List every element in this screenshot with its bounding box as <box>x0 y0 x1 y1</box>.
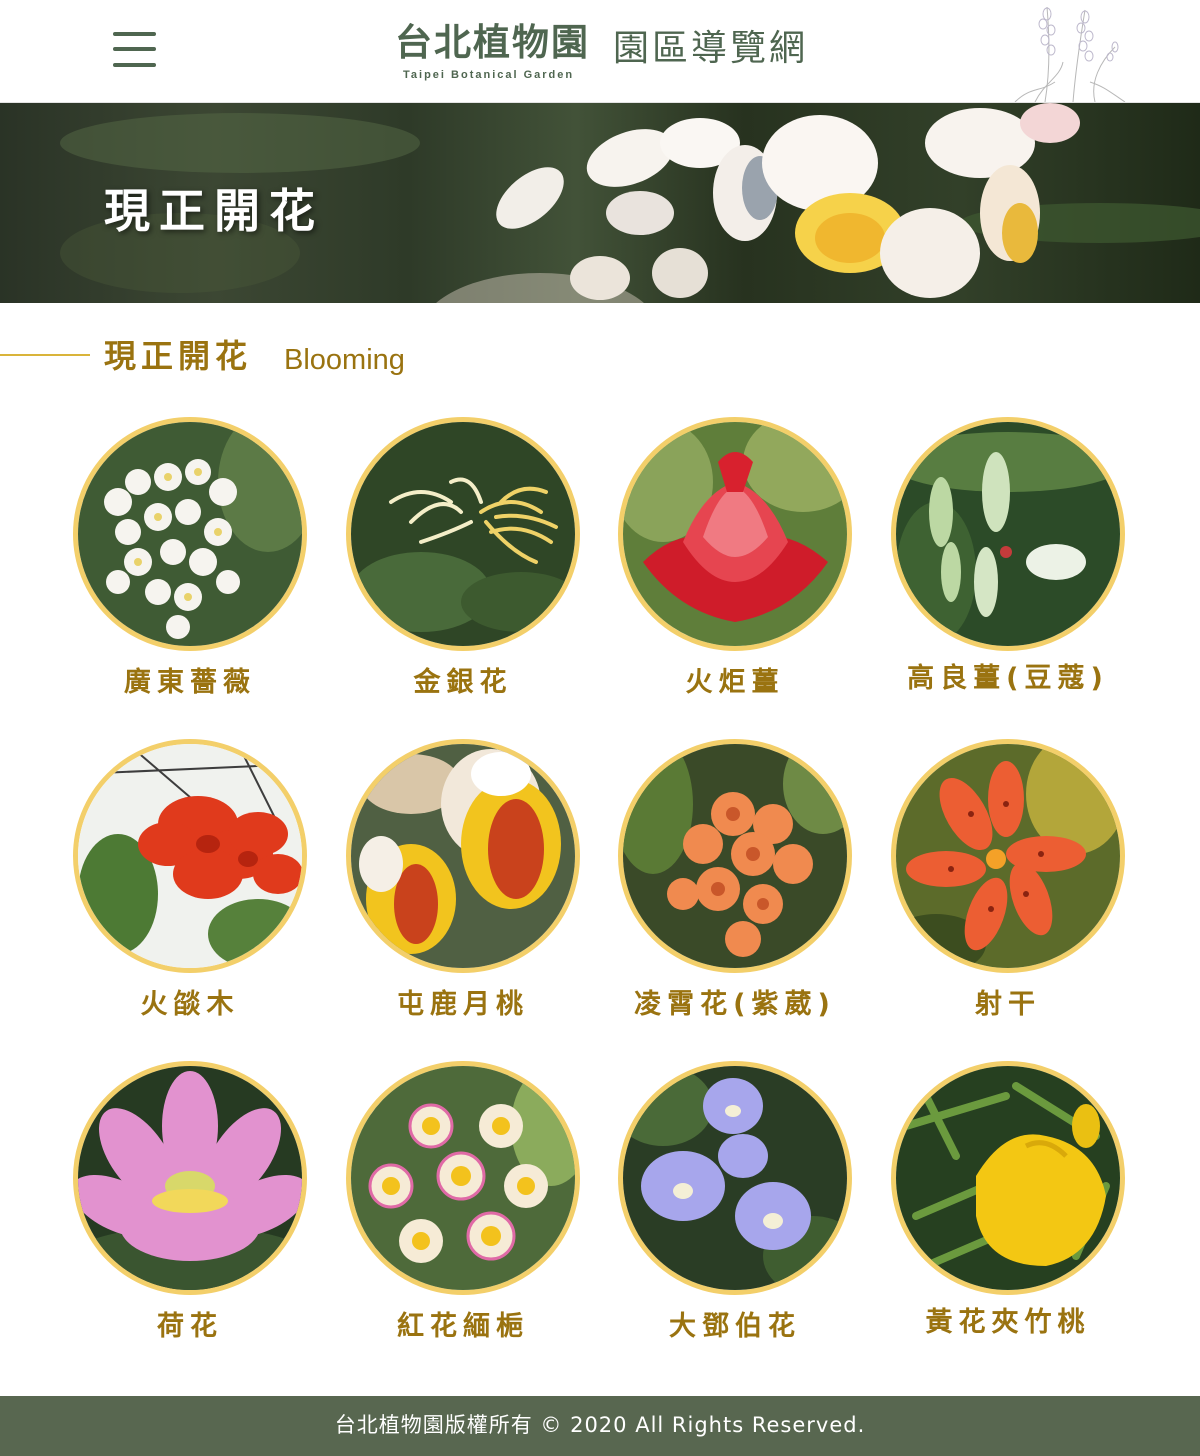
flower-thumbnail[interactable] <box>891 417 1125 651</box>
flower-thumbnail[interactable] <box>891 1061 1125 1295</box>
copyright-text: 台北植物園版權所有 © 2020 All Rights Reserved. <box>334 1413 866 1437</box>
flower-thumbnail[interactable] <box>73 417 307 651</box>
flower-name[interactable]: 屯鹿月桃 <box>316 987 610 1023</box>
flower-thumbnail[interactable] <box>73 1061 307 1295</box>
flower-thumbnail[interactable] <box>346 1061 580 1295</box>
site-footer: 台北植物園版權所有 © 2020 All Rights Reserved. <box>0 1396 1200 1456</box>
flower-name[interactable]: 大鄧伯花 <box>588 1309 882 1345</box>
flower-thumbnail[interactable] <box>346 739 580 973</box>
section-title: 現正開花 <box>104 337 253 375</box>
section-heading-line <box>0 354 90 356</box>
flower-name[interactable]: 凌霄花(紫葳) <box>588 987 882 1023</box>
flower-name[interactable]: 火炬薑 <box>588 665 882 701</box>
flower-thumbnail[interactable] <box>891 739 1125 973</box>
flower-thumbnail[interactable] <box>346 417 580 651</box>
flower-thumbnail[interactable] <box>618 739 852 973</box>
hero-banner: 現正開花 <box>0 103 1200 303</box>
logo-chinese-text: 台北植物園 <box>395 20 590 64</box>
lavender-sketch-icon <box>1014 6 1126 102</box>
flower-name[interactable]: 射干 <box>861 987 1155 1023</box>
flower-thumbnail[interactable] <box>618 1061 852 1295</box>
banner-title: 現正開花 <box>104 184 324 238</box>
flower-name[interactable]: 荷花 <box>43 1309 337 1345</box>
flower-name[interactable]: 火燄木 <box>43 987 337 1023</box>
logo-english-text: Taipei Botanical Garden <box>403 69 575 81</box>
site-logo[interactable]: 台北植物園 Taipei Botanical Garden <box>395 20 595 86</box>
section-subtitle: Blooming <box>284 344 405 376</box>
site-header: 台北植物園 Taipei Botanical Garden 園區導覽網 <box>0 0 1200 103</box>
flower-name[interactable]: 金銀花 <box>316 665 610 701</box>
flower-name[interactable]: 高良薑(豆蔻) <box>861 661 1155 697</box>
flower-name[interactable]: 黃花夾竹桃 <box>861 1305 1155 1341</box>
flower-name[interactable]: 紅花緬梔 <box>316 1309 610 1345</box>
flower-name[interactable]: 廣東薔薇 <box>43 665 337 701</box>
flower-thumbnail[interactable] <box>73 739 307 973</box>
hamburger-menu-icon[interactable] <box>113 30 156 70</box>
flower-thumbnail[interactable] <box>618 417 852 651</box>
site-title: 園區導覽網 <box>613 28 809 69</box>
